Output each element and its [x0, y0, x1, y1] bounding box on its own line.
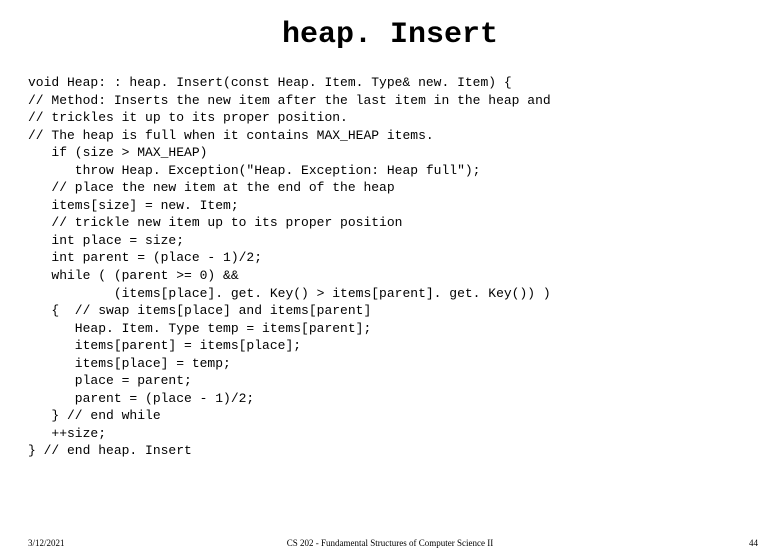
- code-block: void Heap: : heap. Insert(const Heap. It…: [28, 74, 780, 460]
- slide-title: heap. Insert: [0, 18, 780, 52]
